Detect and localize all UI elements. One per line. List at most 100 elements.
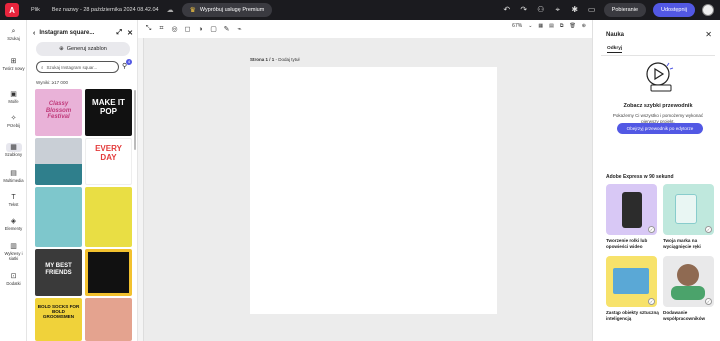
nav-label: Przebij: [7, 123, 20, 128]
add-title-link[interactable]: - Dodaj tytuł: [274, 57, 300, 62]
media-icon: ▤: [10, 170, 17, 177]
template-thumb[interactable]: [35, 138, 82, 185]
panel-scrollbar[interactable]: [134, 90, 136, 150]
check-icon: ✓: [648, 226, 655, 233]
thumb-label: Classy Blossom Festival: [45, 101, 72, 121]
nav-item-transform[interactable]: ✧ Przebij: [0, 114, 27, 128]
nav-label: Twórz nowy: [2, 66, 25, 71]
nav-item-addons[interactable]: ⊡ Dodatki: [0, 272, 27, 286]
addons-icon: ⊡: [10, 273, 17, 280]
learn-card-collab[interactable]: ✓: [663, 256, 714, 307]
design-page[interactable]: [250, 67, 497, 314]
back-arrow-icon[interactable]: ‹: [33, 30, 35, 37]
template-thumb[interactable]: BOLD SOCKS FOR BOLD GROOMSMEN: [35, 298, 82, 341]
nav-item-text[interactable]: T Tekst: [0, 193, 27, 207]
learn-card-brand[interactable]: ✓: [663, 184, 714, 235]
file-menu[interactable]: Plik: [31, 7, 40, 13]
close-icon[interactable]: ✕: [127, 29, 133, 37]
comment-icon[interactable]: ▭: [587, 5, 597, 15]
adobe-express-logo[interactable]: A: [5, 3, 19, 17]
phone-image: [622, 192, 642, 228]
link-icon[interactable]: ⌁: [233, 25, 246, 33]
layers-icon[interactable]: ▢: [207, 25, 220, 33]
nav-item-mine[interactable]: ▣ Moife: [0, 90, 27, 104]
template-thumb[interactable]: [85, 298, 132, 341]
chevron-down-icon[interactable]: ⌄: [528, 23, 532, 29]
crop-icon[interactable]: ⌗: [155, 25, 168, 33]
close-icon[interactable]: ✕: [705, 30, 712, 39]
generate-template-button[interactable]: ⊕ Generuj szablon: [36, 42, 130, 56]
filter-icon[interactable]: ⚲ 4: [122, 59, 132, 70]
expand-icon[interactable]: ⤢: [117, 29, 123, 37]
try-premium-button[interactable]: ♛ Wypróbuj usługę Premium: [181, 3, 273, 17]
search-icon: ⌕: [11, 28, 16, 35]
text-icon: T: [11, 194, 16, 201]
check-icon: ✓: [648, 298, 655, 305]
nav-item-charts[interactable]: ▥ Wykresy i siatki: [0, 242, 27, 261]
left-nav: ⌕ Szukaj ⊞ Twórz nowy ▣ Moife ✧ Przebij ▦ Sza…: [0, 20, 27, 341]
learn-card-video[interactable]: ✓: [606, 184, 657, 235]
resize-icon[interactable]: ⤡: [142, 25, 155, 33]
nav-label: Tekst: [8, 202, 19, 207]
undo-icon[interactable]: ↶: [502, 5, 512, 15]
thumb-label: EVERY DAY: [95, 144, 122, 162]
nav-label: Elementy: [4, 226, 23, 231]
plus-doc-icon: ⊞: [10, 58, 17, 65]
document-title[interactable]: Bez nazwy - 28 października 2024 08.42.0…: [52, 7, 159, 13]
canvas-stage: ⤡ ⌗ ◎ ◻ ◑ ▢ ✎ ⌁ 67% ⌄ ▦ ▤ ⧉ 🗑 ⊕ Strona 1…: [138, 20, 592, 341]
nav-item-search[interactable]: ⌕ Szukaj: [0, 27, 27, 41]
zoom-level[interactable]: 67%: [512, 23, 522, 29]
add-page-icon[interactable]: ⊕: [582, 23, 586, 29]
duplicate-page-icon[interactable]: ⧉: [560, 23, 564, 29]
grid-view-icon[interactable]: ▦: [538, 23, 543, 29]
folder-icon: ▣: [10, 91, 17, 98]
shape-icon[interactable]: ◻: [181, 25, 194, 33]
try-premium-label: Wypróbuj usługę Premium: [199, 7, 265, 13]
learn-panel: Nauka ✕ Odkryj Zobacz szybki przewodnik …: [592, 20, 720, 341]
thumb-label: MY BEST FRIENDS: [45, 263, 72, 276]
filter-count-badge: 4: [126, 59, 132, 65]
page-number: Strona 1 / 1: [250, 57, 275, 62]
redo-icon[interactable]: ↷: [519, 5, 529, 15]
avatar[interactable]: [702, 4, 714, 16]
template-search-input[interactable]: ⌕ Szukaj Instagram squar...: [36, 61, 119, 73]
results-count: Wyniki: ≥17 000: [36, 80, 68, 85]
share-button[interactable]: Udostępnij: [653, 3, 695, 17]
nav-label: Multimedia: [3, 178, 24, 183]
watch-guide-button[interactable]: Obejrzyj przewodnik po edytorze: [617, 123, 703, 134]
template-thumb[interactable]: [85, 187, 132, 247]
template-thumb[interactable]: MAKE IT POP: [85, 89, 132, 136]
animate-icon[interactable]: ◎: [168, 25, 181, 33]
learn-title: Nauka: [606, 32, 625, 38]
generate-label: Generuj szablon: [66, 46, 107, 52]
add-people-icon[interactable]: ⚇: [536, 5, 546, 15]
template-thumb[interactable]: EVERY DAY: [85, 138, 132, 185]
nav-item-media[interactable]: ▤ Multimedia: [0, 169, 27, 183]
color-icon[interactable]: ◑: [194, 26, 207, 33]
learn-card-label: Twoja marka na wyciągnięcie ręki: [663, 238, 701, 249]
template-thumb[interactable]: Classy Blossom Festival: [35, 89, 82, 136]
thumb-label: MAKE IT POP: [92, 98, 125, 116]
download-button[interactable]: Pobieranie: [603, 3, 646, 17]
section-title: Adobe Express w 90 sekund: [606, 174, 674, 180]
page-label[interactable]: Strona 1 / 1 - Dodaj tytuł: [250, 57, 300, 62]
magic-icon[interactable]: ✎: [220, 25, 233, 33]
panel-title: Instagram square...: [39, 30, 95, 36]
delete-icon[interactable]: 🗑: [569, 23, 575, 29]
nav-item-create[interactable]: ⊞ Twórz nowy: [0, 57, 27, 71]
thumb-label: BOLD SOCKS FOR BOLD GROOMSMEN: [37, 304, 80, 320]
nav-label: Dodatki: [6, 281, 21, 286]
learn-card-ai[interactable]: ✓: [606, 256, 657, 307]
nav-item-elements[interactable]: ◈ Elementy: [0, 217, 27, 231]
nav-label: Szablony: [4, 152, 23, 157]
pages-icon[interactable]: ▤: [549, 23, 554, 29]
template-thumb[interactable]: MY BEST FRIENDS: [35, 249, 82, 296]
vertical-ruler: [138, 38, 144, 341]
location-icon[interactable]: ⌖: [553, 5, 563, 15]
template-thumb[interactable]: [85, 249, 132, 296]
template-thumb[interactable]: [35, 187, 82, 247]
lightbulb-icon[interactable]: ✱: [570, 5, 580, 15]
check-icon: ✓: [705, 226, 712, 233]
tab-discover[interactable]: Odkryj: [607, 46, 623, 53]
nav-item-templates[interactable]: ▦ Szablony: [0, 143, 27, 157]
